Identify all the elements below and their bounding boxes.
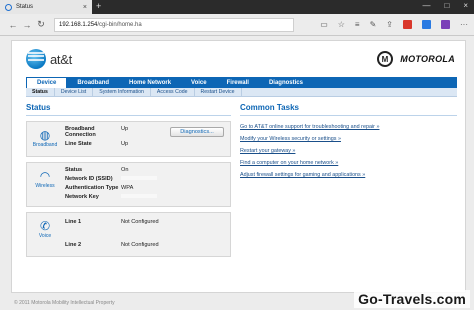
row-key: Network ID (SSID): [65, 176, 113, 182]
wifi-icon: ◠: [39, 169, 51, 183]
row-key: Broadband Connection: [65, 126, 96, 138]
auth-type-row: Authentication Type WPA: [65, 185, 161, 191]
watermark: Go-Travels.com: [354, 290, 470, 308]
router-portal: at&t M MOTOROLA Device Broadband Home Ne…: [11, 40, 466, 293]
voice-box: ✆ Voice Line 1 Not Configured Line 2 Not…: [26, 212, 231, 257]
nav-tab-diagnostics[interactable]: Diagnostics: [259, 77, 313, 88]
window-close-icon[interactable]: ×: [463, 1, 468, 10]
browser-tab-bar: Status × + — □ ×: [0, 0, 474, 14]
nav-tab-firewall[interactable]: Firewall: [217, 77, 259, 88]
voice-label: Voice: [38, 233, 52, 239]
subnav-status[interactable]: Status: [26, 88, 55, 96]
status-panel: Status ◍ Broadband Broadband Connection …: [26, 103, 231, 293]
redacted-value: [121, 194, 161, 200]
reading-view-icon[interactable]: ▭: [320, 20, 328, 29]
broadband-service: ◍ Broadband: [31, 128, 59, 148]
motorola-logo-text: MOTOROLA: [400, 54, 455, 64]
wireless-status-row: Status On: [65, 167, 161, 173]
maximize-icon[interactable]: □: [444, 1, 449, 10]
redacted-value: [121, 176, 161, 182]
task-link-restart[interactable]: Restart your gateway »: [240, 145, 457, 157]
row-value: Not Configured: [121, 219, 159, 225]
broadband-label: Broadband: [32, 142, 58, 148]
refresh-icon[interactable]: ↻: [34, 19, 48, 30]
task-list: Go to AT&T online support for troublesho…: [240, 121, 457, 181]
share-icon[interactable]: ⇪: [386, 20, 393, 29]
brand-header: at&t M MOTOROLA: [12, 41, 465, 77]
network-key-row: Network Key: [65, 194, 161, 200]
task-link-firewall[interactable]: Adjust firewall settings for gaming and …: [240, 169, 457, 181]
globe-icon: ◍: [39, 128, 51, 142]
row-value: Not Configured: [121, 242, 159, 248]
tab-title: Status: [16, 4, 34, 10]
forward-icon[interactable]: →: [20, 20, 34, 30]
window-controls: — □ ×: [422, 1, 468, 10]
ssid-row: Network ID (SSID): [65, 176, 161, 182]
row-key: Network Key: [65, 194, 99, 200]
more-icon[interactable]: ···: [460, 20, 468, 29]
new-tab-button[interactable]: +: [96, 1, 101, 11]
browser-tab[interactable]: Status ×: [0, 0, 92, 14]
wireless-label: Wireless: [35, 183, 55, 189]
subnav-access-code[interactable]: Access Code: [151, 88, 195, 96]
row-key: Line 1: [65, 219, 82, 225]
common-tasks-panel: Common Tasks Go to AT&T online support f…: [240, 103, 457, 293]
row-value: Up: [121, 141, 129, 147]
line1-row: Line 1 Not Configured: [65, 219, 191, 225]
back-icon[interactable]: ←: [6, 20, 20, 30]
nav-tab-voice[interactable]: Voice: [181, 77, 217, 88]
onenote-icon[interactable]: [441, 20, 450, 29]
row-value: Up: [121, 126, 129, 132]
page-content: at&t M MOTOROLA Device Broadband Home Ne…: [0, 36, 474, 310]
favorites-hub-icon[interactable]: ≡: [355, 20, 360, 29]
task-link-find-computer[interactable]: Find a computer on your home network »: [240, 157, 457, 169]
row-value: On: [121, 167, 129, 173]
nav-tab-broadband[interactable]: Broadband: [67, 77, 119, 88]
voice-service: ✆ Voice: [31, 219, 59, 239]
url-host: 192.168.1.254: [59, 21, 98, 28]
task-link-support[interactable]: Go to AT&T online support for troublesho…: [240, 121, 457, 133]
address-bar[interactable]: 192.168.1.254 /cgi-bin/home.ha: [54, 17, 294, 32]
motorola-logo-icon: M: [377, 51, 393, 67]
extension-red-icon[interactable]: [403, 20, 412, 29]
task-link-wireless[interactable]: Modify your Wireless security or setting…: [240, 133, 457, 145]
subnav-system-information[interactable]: System Information: [93, 88, 151, 96]
browser-toolbar-icons: ▭ ☆ ≡ ✎ ⇪ ···: [320, 20, 468, 29]
sub-nav: Status Device List System Information Ac…: [26, 88, 457, 97]
favorites-star-icon[interactable]: ☆: [338, 20, 345, 29]
row-key: Authentication Type: [65, 185, 119, 191]
nav-tab-home-network[interactable]: Home Network: [119, 77, 181, 88]
phone-icon: ✆: [39, 219, 51, 233]
line2-row: Line 2 Not Configured: [65, 242, 191, 248]
extension-blue-icon[interactable]: [422, 20, 431, 29]
copyright-footer: © 2011 Motorola Mobility Intellectual Pr…: [14, 300, 115, 306]
subnav-device-list[interactable]: Device List: [55, 88, 94, 96]
main-nav: Device Broadband Home Network Voice Fire…: [26, 77, 457, 88]
wireless-box: ◠ Wireless Status On Network ID (SSID) A…: [26, 162, 231, 207]
common-tasks-title: Common Tasks: [240, 103, 457, 116]
broadband-box: ◍ Broadband Broadband Connection Up Line…: [26, 121, 231, 157]
line-state-row: Line State Up: [65, 141, 161, 147]
address-toolbar: ← → ↻ 192.168.1.254 /cgi-bin/home.ha ▭ ☆…: [0, 14, 474, 36]
minimize-icon[interactable]: —: [422, 1, 430, 10]
nav-tab-device[interactable]: Device: [26, 77, 68, 88]
wireless-service: ◠ Wireless: [31, 169, 59, 189]
att-logo-text: at&t: [50, 52, 72, 67]
pen-icon[interactable]: ✎: [370, 20, 377, 29]
row-key: Line 2: [65, 242, 82, 248]
page-favicon-icon: [5, 3, 12, 11]
row-key: Line State: [65, 141, 92, 147]
row-key: Status: [65, 167, 83, 173]
subnav-restart-device[interactable]: Restart Device: [195, 88, 242, 96]
diagnostics-button[interactable]: Diagnostics...: [170, 127, 224, 137]
broadband-connection-row: Broadband Connection Up: [65, 126, 161, 138]
row-value: WPA: [121, 185, 134, 191]
att-globe-logo-icon: [26, 49, 46, 69]
status-title: Status: [26, 103, 231, 116]
url-path: /cgi-bin/home.ha: [97, 21, 142, 28]
tab-close-icon[interactable]: ×: [83, 4, 87, 11]
